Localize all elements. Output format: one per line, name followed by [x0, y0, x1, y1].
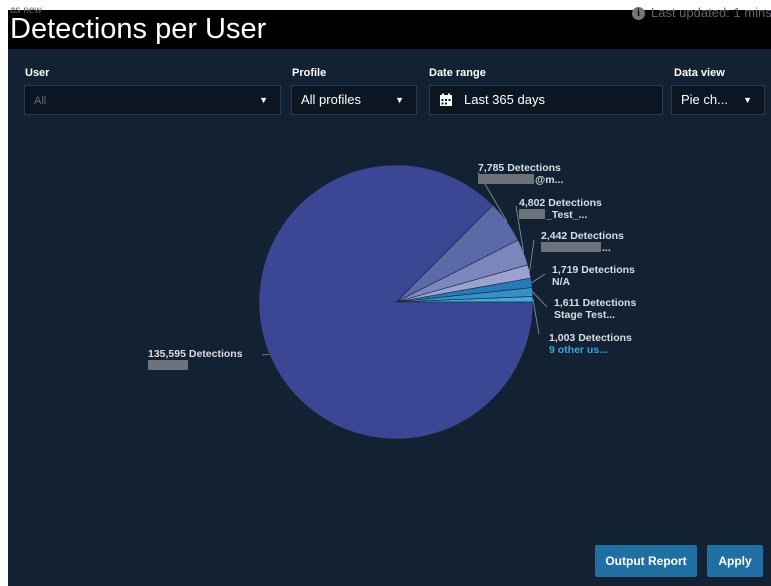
slice-name-label: @m... [535, 174, 563, 186]
redacted-username [478, 174, 534, 184]
slice-leader-line [261, 354, 270, 356]
slice-name-label: Stage Test... [554, 309, 615, 321]
slice-value-label: 135,595 Detections [148, 348, 243, 360]
slice-value-label: 1,003 Detections [549, 332, 632, 344]
slice-value-label: 2,442 Detections [541, 230, 624, 242]
slice-name-label: N/A [552, 276, 571, 288]
slice-leader-line [531, 273, 546, 284]
slice-value-label: 4,802 Detections [519, 197, 602, 209]
output-report-button[interactable]: Output Report [595, 545, 697, 577]
slice-leader-line [532, 291, 548, 308]
slice-name-label: ... [602, 242, 611, 254]
slice-value-label: 7,785 Detections [478, 162, 561, 174]
pie-slice[interactable] [258, 164, 534, 440]
slice-leader-line [532, 299, 540, 335]
redacted-username [148, 360, 188, 370]
apply-button[interactable]: Apply [707, 545, 763, 577]
redacted-username [519, 209, 545, 219]
slice-value-label: 1,611 Detections [554, 297, 636, 309]
pie-chart: 135,595 Detections 7,785 Detections@m... 4… [148, 162, 636, 440]
slice-value-label: 1,719 Detections [552, 264, 635, 276]
slice-leader-line [529, 239, 535, 272]
slice-name-label: _Test_... [545, 209, 587, 221]
redacted-username [541, 242, 601, 252]
other-users-link[interactable]: 9 other us... [549, 344, 608, 356]
